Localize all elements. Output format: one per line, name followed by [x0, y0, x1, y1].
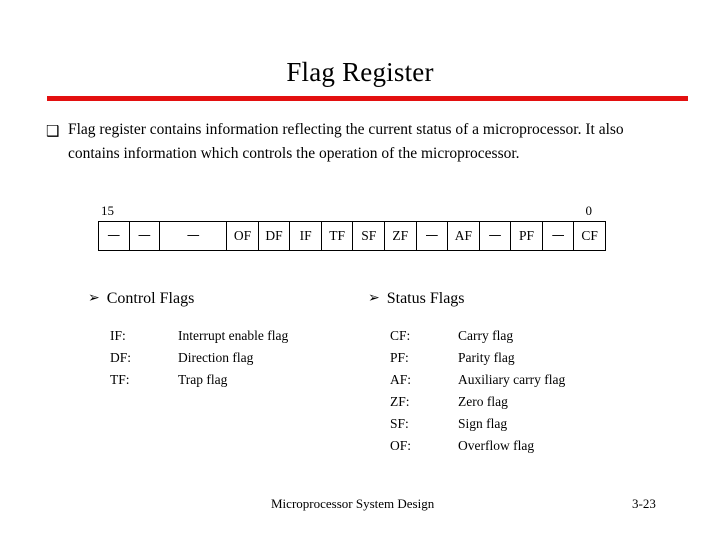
- flag-list-item: CF: Carry flag: [390, 327, 565, 349]
- flag-abbreviation: CF:: [390, 328, 411, 343]
- register-cell-flag: CF: [574, 222, 606, 250]
- register-cell-label: —: [551, 228, 565, 243]
- arrow-bullet-icon: ➢: [88, 290, 100, 306]
- flag-description: Overflow flag: [458, 438, 535, 453]
- flag-description: Trap flag: [178, 372, 228, 387]
- slide-canvas: Flag Register ❑ Flag register contains i…: [0, 0, 720, 540]
- flag-description: Auxiliary carry flag: [458, 372, 566, 387]
- register-lsb-label: 0: [585, 203, 593, 218]
- flag-description: Parity flag: [458, 350, 515, 365]
- register-cell-reserved: —: [130, 222, 161, 250]
- register-cell-flag: AF: [448, 222, 480, 250]
- flag-description: Carry flag: [458, 328, 514, 343]
- register-cell-label: OF: [233, 228, 252, 243]
- register-cell-label: DF: [265, 228, 283, 243]
- register-cell-label: ZF: [392, 228, 409, 243]
- register-msb-label: 15: [101, 203, 114, 218]
- register-cell-flag: TF: [322, 222, 354, 250]
- register-cell-label: —: [425, 228, 439, 243]
- status-flags-list: CF: Carry flag PF: Parity flag AF: Auxiliary …: [390, 327, 565, 459]
- flag-register-diagram: 15 0 — — — OF DF IF TF SF ZF — AF — PF — CF: [98, 203, 606, 251]
- arrow-bullet-icon: ➢: [368, 290, 380, 306]
- flag-list-item: PF: Parity flag: [390, 349, 565, 371]
- status-flags-heading: ➢ Status Flags: [368, 288, 465, 309]
- register-cell-flag: PF: [511, 222, 543, 250]
- flag-list-item: ZF: Zero flag: [390, 393, 565, 415]
- register-cell-flag: DF: [259, 222, 291, 250]
- register-cell-label: SF: [361, 228, 377, 243]
- control-flags-heading: ➢ Control Flags: [88, 288, 194, 309]
- register-cell-label: TF: [329, 228, 346, 243]
- flag-abbreviation: SF:: [390, 416, 409, 431]
- flag-abbreviation: TF:: [110, 372, 130, 387]
- register-cell-label: —: [488, 228, 502, 243]
- flag-description: Sign flag: [458, 416, 508, 431]
- register-cell-flag: ZF: [385, 222, 417, 250]
- flag-description: Direction flag: [178, 350, 254, 365]
- intro-bullet-block: ❑ Flag register contains information ref…: [46, 118, 646, 166]
- control-flags-list: IF: Interrupt enable flag DF: Direction fla…: [110, 327, 288, 393]
- status-flags-heading-label: Status Flags: [386, 290, 465, 307]
- register-cell-label: AF: [454, 228, 473, 243]
- register-cell-flag: IF: [290, 222, 322, 250]
- register-cell-flag: SF: [353, 222, 386, 250]
- flag-list-item: SF: Sign flag: [390, 415, 565, 437]
- register-cell-reserved: —: [543, 222, 575, 250]
- flag-abbreviation: PF:: [390, 350, 409, 365]
- register-cell-label: PF: [519, 228, 535, 243]
- register-cell-reserved: —: [99, 222, 130, 250]
- flag-description: Interrupt enable flag: [178, 328, 289, 343]
- control-flags-heading-label: Control Flags: [106, 290, 195, 307]
- register-cell-label: CF: [581, 228, 598, 243]
- flag-list-item: DF: Direction flag: [110, 349, 288, 371]
- register-cell-reserved: —: [160, 222, 228, 250]
- flag-list-item: OF: Overflow flag: [390, 437, 565, 459]
- flag-list-item: AF: Auxiliary carry flag: [390, 371, 565, 393]
- flag-list-item: TF: Trap flag: [110, 371, 288, 393]
- flag-list-item: IF: Interrupt enable flag: [110, 327, 288, 349]
- register-bit-table: — — — OF DF IF TF SF ZF — AF — PF — CF: [98, 221, 606, 251]
- register-cell-flag: OF: [227, 222, 259, 250]
- flag-abbreviation: AF:: [390, 372, 412, 387]
- flag-abbreviation: OF:: [390, 438, 412, 453]
- flag-abbreviation: DF:: [110, 350, 132, 365]
- intro-bullet-text: Flag register contains information refle…: [68, 121, 624, 162]
- flag-abbreviation: ZF:: [390, 394, 410, 409]
- register-cell-label: —: [107, 228, 121, 243]
- flag-abbreviation: IF:: [110, 328, 126, 343]
- footer-course-title: Microprocessor System Design: [271, 496, 435, 511]
- flag-description: Zero flag: [458, 394, 508, 409]
- register-cell-label: —: [137, 228, 151, 243]
- register-cell-label: IF: [299, 228, 312, 243]
- page-title: Flag Register: [286, 57, 434, 87]
- register-cell-reserved: —: [480, 222, 512, 250]
- footer-page-number: 3-23: [632, 496, 656, 511]
- title-divider-rule: [47, 96, 688, 101]
- intro-bullet-row: ❑ Flag register contains information ref…: [46, 118, 646, 166]
- register-cell-reserved: —: [417, 222, 449, 250]
- register-bit-scale: 15 0: [98, 203, 606, 221]
- hollow-square-bullet-icon: ❑: [46, 122, 60, 140]
- register-cell-label: —: [186, 228, 200, 243]
